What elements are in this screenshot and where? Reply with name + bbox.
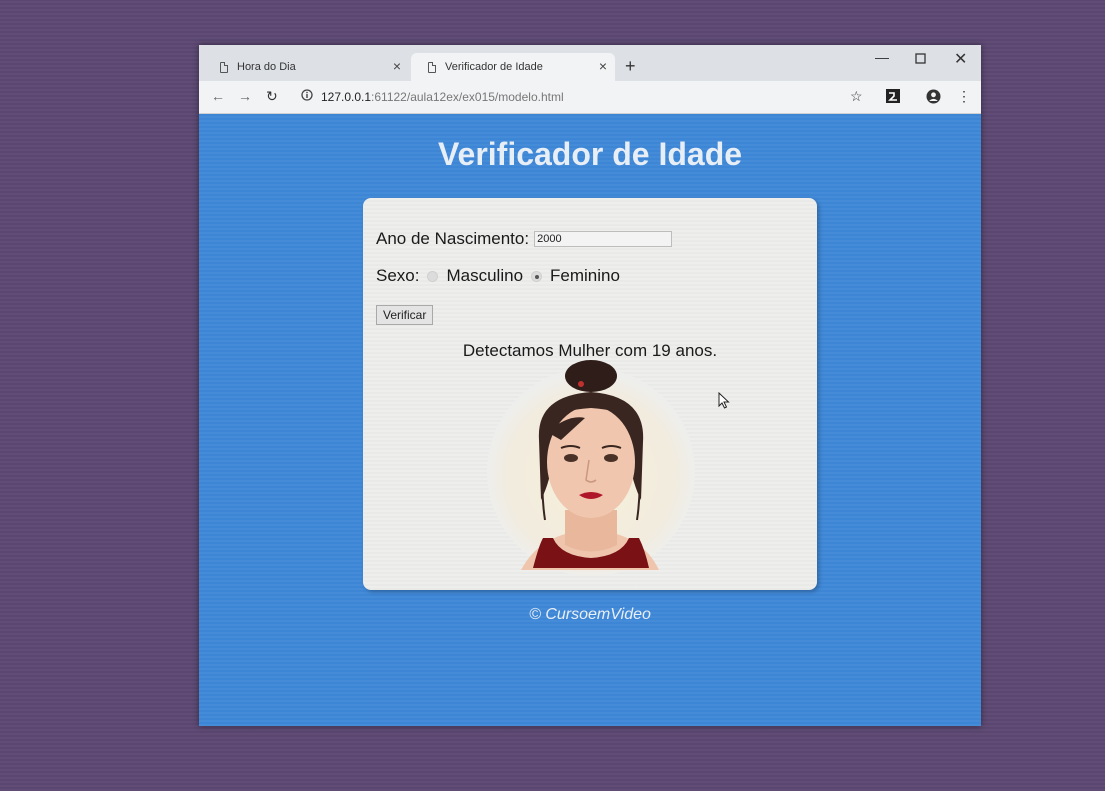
address-bar: ← → ↻ 127.0.0.1:61122/aula12ex/ex015/mod… [199,81,981,114]
bookmark-star-icon[interactable]: ☆ [850,88,863,105]
year-label: Ano de Nascimento: [376,229,530,248]
tab-title: Verificador de Idade [445,61,543,73]
sex-label: Sexo: [376,266,420,285]
year-row: Ano de Nascimento: 2000 [376,229,673,249]
document-icon [220,61,228,73]
radio-feminino[interactable] [531,270,543,282]
new-tab-icon[interactable]: + [625,57,636,75]
close-window-icon[interactable]: ✕ [954,49,967,69]
reload-icon[interactable]: ↻ [266,88,278,105]
tab-strip: Hora do Dia × Verificador de Idade × + —… [199,45,981,81]
info-icon[interactable] [301,89,313,104]
browser-window: Hora do Dia × Verificador de Idade × + —… [199,45,981,726]
document-icon [428,61,436,73]
sex-row: Sexo: Masculino Feminino [376,266,620,286]
option-masculino-label: Masculino [446,266,524,285]
profile-icon[interactable] [926,89,941,107]
tab-verificador-de-idade[interactable]: Verificador de Idade × [411,53,615,81]
extension-icon[interactable] [886,89,900,106]
close-tab-icon[interactable]: × [599,59,607,73]
verify-button[interactable]: Verificar [376,305,434,325]
menu-icon[interactable]: ⋮ [957,88,971,105]
minimize-icon[interactable]: — [875,49,889,65]
close-tab-icon[interactable]: × [393,59,401,73]
footer-credit: © CursoemVideo [529,606,651,623]
back-icon[interactable]: ← [211,88,225,104]
page-content: Verificador de Idade Ano de Nascimento: … [199,114,981,726]
page-title: Verificador de Idade [437,136,743,172]
woman-photo [481,360,701,581]
url-path: :61122/aula12ex/ex015/modelo.html [371,90,564,104]
url-field[interactable]: 127.0.0.1:61122/aula12ex/ex015/modelo.ht… [321,90,564,104]
form-card: Ano de Nascimento: 2000 Sexo: Masculino … [363,198,817,590]
result-text: Detectamos Mulher com 19 anos. [462,341,718,360]
year-input[interactable]: 2000 [534,231,673,247]
forward-icon[interactable]: → [238,88,252,104]
url-host: 127.0.0.1 [321,90,372,104]
tab-hora-do-dia[interactable]: Hora do Dia × [203,53,409,81]
mouse-cursor [718,391,730,414]
tab-title: Hora do Dia [237,61,296,73]
radio-masculino[interactable] [427,270,439,282]
maximize-icon[interactable] [915,51,926,67]
option-feminino-label: Feminino [550,266,620,285]
